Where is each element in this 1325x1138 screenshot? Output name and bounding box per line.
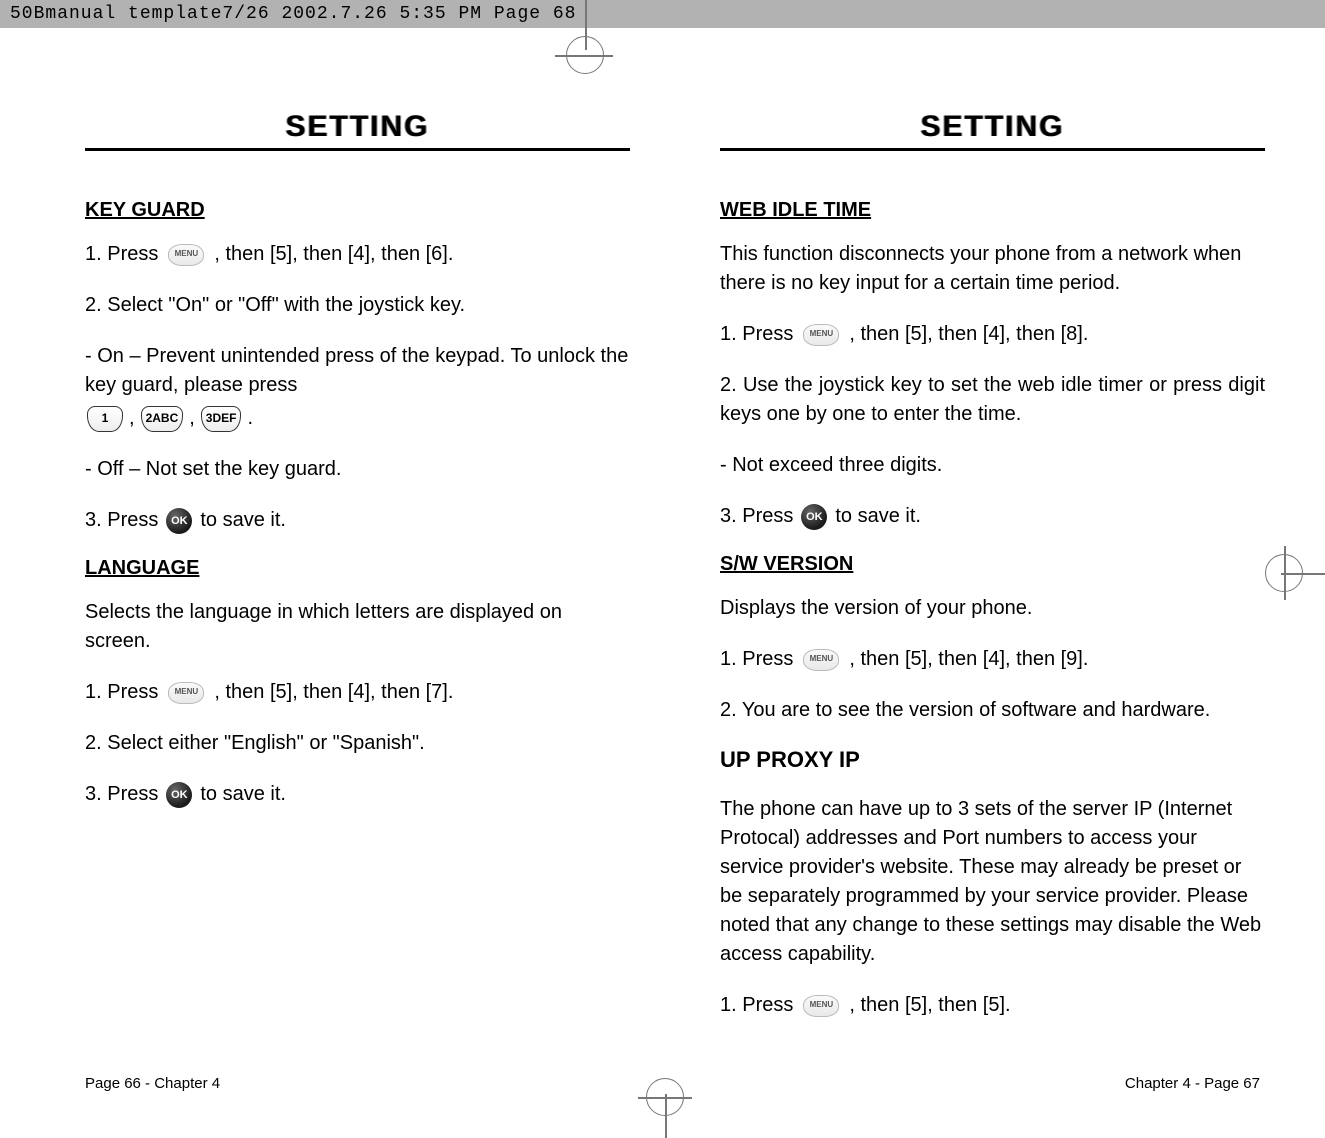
sw-version-step-2: 2. You are to see the version of softwar…: [720, 696, 1265, 725]
menu-button-icon: MENU: [803, 649, 839, 671]
text: 1. Press: [720, 320, 793, 349]
keyguard-step-1: 1. Press MENU , then [5], then [4], then…: [85, 240, 630, 269]
crop-mark-top-icon: [548, 0, 608, 60]
left-page: SETTING KEY GUARD 1. Press MENU , then […: [85, 110, 630, 1042]
text: 1. Press: [720, 991, 793, 1020]
keyguard-note-on: - On – Prevent unintended press of the k…: [85, 342, 630, 433]
text: , then [5], then [4], then [9].: [849, 645, 1088, 674]
text: to save it.: [200, 506, 286, 535]
up-proxy-step-1: 1. Press MENU , then [5], then [5].: [720, 991, 1265, 1020]
menu-button-icon: MENU: [803, 324, 839, 346]
text: 1. Press: [85, 678, 158, 707]
page-title-rule: SETTING: [85, 110, 630, 151]
language-step-1: 1. Press MENU , then [5], then [4], then…: [85, 678, 630, 707]
sw-version-step-1: 1. Press MENU , then [5], then [4], then…: [720, 645, 1265, 674]
crop-mark-right-icon: [1275, 548, 1325, 598]
language-intro: Selects the language in which letters ar…: [85, 598, 630, 656]
keypad-key-3-icon: 3DEF: [201, 406, 242, 432]
heading-up-proxy: UP PROXY IP: [720, 747, 1265, 773]
language-step-3: 3. Press OK to save it.: [85, 780, 630, 809]
web-idle-intro: This function disconnects your phone fro…: [720, 240, 1265, 298]
print-header-strip: 50Bmanual template7/26 2002.7.26 5:35 PM…: [0, 0, 1325, 28]
page-title: SETTING: [285, 110, 429, 144]
up-proxy-intro: The phone can have up to 3 sets of the s…: [720, 795, 1265, 969]
ok-button-icon: OK: [166, 782, 192, 808]
web-idle-note: - Not exceed three digits.: [720, 451, 1265, 480]
text: - On – Prevent unintended press of the k…: [85, 342, 630, 400]
menu-button-icon: MENU: [168, 244, 204, 266]
heading-sw-version: S/W VERSION: [720, 553, 1265, 576]
keypad-key-1-icon: 1: [87, 406, 123, 432]
keyguard-step-3: 3. Press OK to save it.: [85, 506, 630, 535]
right-page-footer: Chapter 4 - Page 67: [1125, 1075, 1260, 1092]
text: , then [5], then [4], then [8].: [849, 320, 1088, 349]
web-idle-step-1: 1. Press MENU , then [5], then [4], then…: [720, 320, 1265, 349]
heading-language: LANGUAGE: [85, 557, 630, 580]
text: 3. Press: [720, 502, 793, 531]
text: , then [5], then [4], then [7].: [214, 678, 453, 707]
text: 3. Press: [85, 780, 158, 809]
text: , then [5], then [4], then [6].: [214, 240, 453, 269]
text: 1. Press: [720, 645, 793, 674]
text: 3. Press: [85, 506, 158, 535]
keypad-key-2-icon: 2ABC: [141, 406, 184, 432]
keyguard-step-2: 2. Select "On" or "Off" with the joystic…: [85, 291, 630, 320]
text: to save it.: [200, 780, 286, 809]
heading-web-idle: WEB IDLE TIME: [720, 199, 1265, 222]
ok-button-icon: OK: [801, 504, 827, 530]
left-page-footer: Page 66 - Chapter 4: [85, 1075, 220, 1092]
ok-button-icon: OK: [166, 508, 192, 534]
sw-version-intro: Displays the version of your phone.: [720, 594, 1265, 623]
text: ,: [189, 404, 195, 433]
text: 1. Press: [85, 240, 158, 269]
web-idle-step-2: 2. Use the joystick key to set the web i…: [720, 371, 1265, 429]
text: to save it.: [835, 502, 921, 531]
web-idle-step-3: 3. Press OK to save it.: [720, 502, 1265, 531]
text: ,: [129, 404, 135, 433]
page-title: SETTING: [920, 110, 1064, 144]
text: , then [5], then [5].: [849, 991, 1010, 1020]
menu-button-icon: MENU: [803, 995, 839, 1017]
text: .: [247, 404, 253, 433]
crop-mark-bottom-icon: [640, 1088, 690, 1138]
page-title-rule: SETTING: [720, 110, 1265, 151]
keyguard-note-off: - Off – Not set the key guard.: [85, 455, 630, 484]
language-step-2: 2. Select either "English" or "Spanish".: [85, 729, 630, 758]
heading-key-guard: KEY GUARD: [85, 199, 630, 222]
right-page: SETTING WEB IDLE TIME This function disc…: [720, 110, 1265, 1042]
menu-button-icon: MENU: [168, 682, 204, 704]
